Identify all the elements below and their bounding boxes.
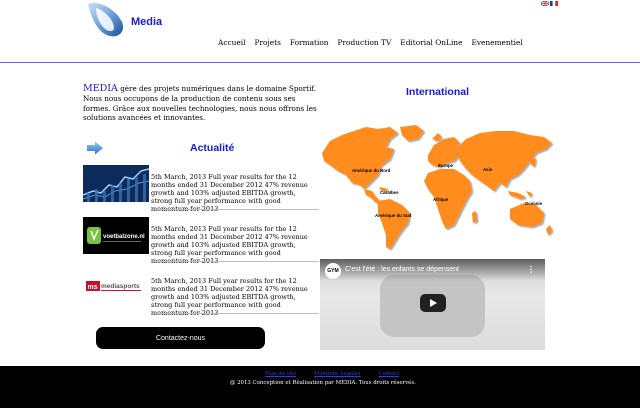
header-divider bbox=[0, 62, 640, 63]
intro-brand-word: MEDIA bbox=[83, 83, 118, 94]
nav-item-production-tv[interactable]: Production TV bbox=[338, 38, 392, 47]
play-button[interactable] bbox=[420, 294, 446, 312]
news-separator bbox=[151, 209, 319, 210]
world-map[interactable]: Amérique du Nord Caraïbes Amérique du Su… bbox=[320, 125, 555, 251]
voetbalzone-logo-text: voetbalzone.nl bbox=[103, 234, 145, 240]
arrow-right-icon bbox=[87, 141, 103, 155]
fr-flag-icon[interactable] bbox=[550, 1, 558, 6]
news-item-text[interactable]: 5th March, 2013 Full year results for th… bbox=[151, 173, 319, 213]
intro-text: gère des projets numériques dans le doma… bbox=[83, 84, 317, 123]
nav-item-formation[interactable]: Formation bbox=[290, 38, 329, 47]
footer-links: Plan du site Mentions Légales Contact bbox=[265, 371, 417, 377]
voetbalzone-thumbnail[interactable]: voetbalzone.nl bbox=[83, 217, 149, 254]
video-title[interactable]: C'est l'été : les enfants se dépensent bbox=[345, 266, 459, 273]
map-label-south-america: Amérique du Sud bbox=[375, 213, 412, 218]
intro-paragraph: MEDIA gère des projets numériques dans l… bbox=[83, 84, 319, 123]
play-icon bbox=[430, 299, 437, 307]
main-nav: Accueil Projets Formation Production TV … bbox=[218, 38, 532, 47]
nav-item-accueil[interactable]: Accueil bbox=[218, 38, 245, 47]
mediasports-logo-text: mediasports bbox=[101, 283, 140, 290]
more-options-icon[interactable]: ⋮ bbox=[527, 265, 535, 274]
stock-chart-thumbnail[interactable] bbox=[83, 165, 149, 202]
contact-button[interactable]: Contactez-nous bbox=[96, 327, 265, 349]
map-label-europe: Europe bbox=[438, 163, 454, 168]
copyright-text: @ 2013 Conception et Réalisation par MED… bbox=[230, 380, 416, 386]
news-separator bbox=[151, 261, 319, 262]
news-separator bbox=[151, 313, 319, 314]
news-item-text[interactable]: 5th March, 2013 Full year results for th… bbox=[151, 225, 319, 265]
nav-item-editorial-online[interactable]: Editorial OnLine bbox=[400, 38, 462, 47]
international-title: International bbox=[406, 86, 470, 98]
brand-name[interactable]: Media bbox=[131, 16, 162, 28]
map-label-africa: Afrique bbox=[433, 197, 449, 202]
map-label-caribbean: Caraïbes bbox=[380, 190, 399, 195]
map-label-oceania: Océanie bbox=[525, 201, 543, 206]
footer-link-plan-du-site[interactable]: Plan du site bbox=[265, 371, 296, 377]
news-item-text[interactable]: 5th March, 2013 Full year results for th… bbox=[151, 277, 319, 317]
map-label-north-america: Amérique du Nord bbox=[352, 168, 391, 173]
footer-link-mentions-legales[interactable]: Mentions Légales bbox=[314, 371, 361, 377]
channel-avatar[interactable]: GYM bbox=[325, 263, 341, 279]
logo-swirl-icon[interactable] bbox=[84, 0, 128, 40]
video-player[interactable]: GYM C'est l'été : les enfants se dépense… bbox=[320, 259, 545, 350]
actualite-title: Actualité bbox=[190, 142, 235, 154]
nav-item-projets[interactable]: Projets bbox=[254, 38, 280, 47]
svg-text:ms: ms bbox=[88, 284, 98, 291]
map-label-asia: Asie bbox=[483, 167, 493, 172]
footer-link-contact[interactable]: Contact bbox=[379, 371, 400, 377]
nav-item-evenementiel[interactable]: Evenementiel bbox=[471, 38, 522, 47]
mediasports-thumbnail[interactable]: ms mediasports bbox=[83, 269, 149, 306]
uk-flag-icon[interactable] bbox=[541, 1, 549, 6]
language-switcher bbox=[541, 1, 558, 6]
